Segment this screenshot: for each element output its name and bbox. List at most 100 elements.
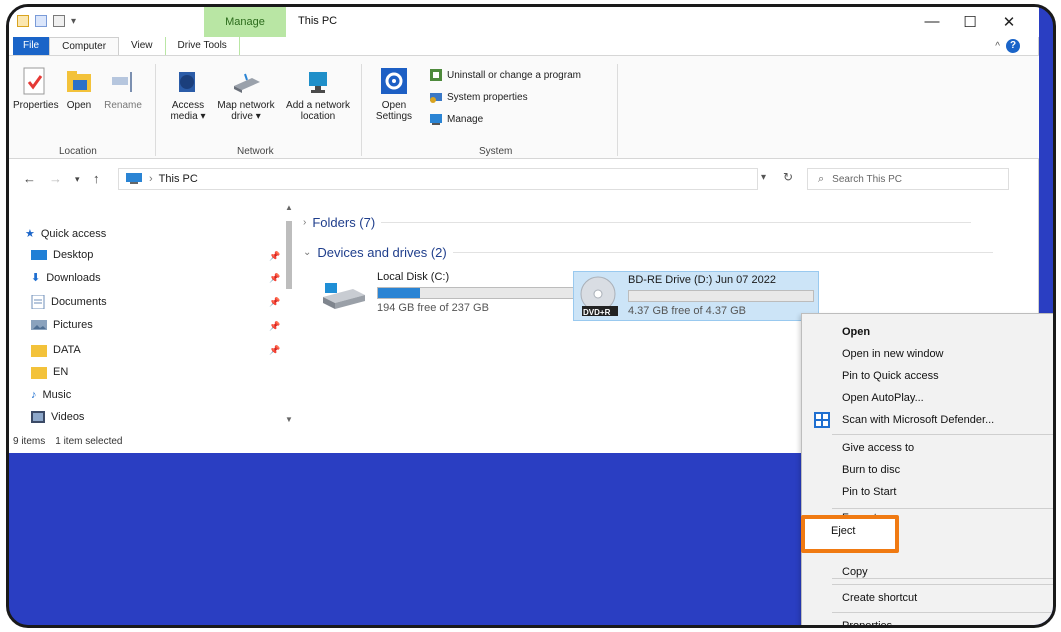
menu-item-open-autoplay[interactable]: Open AutoPlay... (842, 392, 924, 404)
refresh-icon[interactable]: ↻ (783, 170, 793, 184)
drive-bd-re-d[interactable]: DVD+R BD-RE Drive (D:) Jun 07 2022 4.37 … (573, 271, 819, 321)
access-media-button[interactable]: Access media ▾ (165, 66, 211, 122)
nav-videos-label: Videos (51, 411, 85, 423)
menu-item-open[interactable]: Open (842, 326, 870, 338)
search-box[interactable]: ⌕ Search This PC (807, 168, 1009, 190)
access-media-label-2: media ▾ (170, 111, 206, 122)
menu-separator (832, 578, 1053, 579)
map-network-drive-button[interactable]: Map network drive ▾ (215, 66, 277, 122)
drive-local-disk-c[interactable]: Local Disk (C:) 194 GB free of 237 GB (319, 271, 611, 319)
menu-item-eject[interactable]: Eject (831, 525, 855, 537)
ribbon-separator (361, 64, 362, 156)
back-button[interactable]: ← (23, 171, 36, 186)
help-icon[interactable]: ? (1006, 39, 1020, 53)
nav-item-desktop[interactable]: Desktop (31, 249, 93, 261)
forward-button[interactable]: → (49, 171, 62, 186)
manage-contextual-tab[interactable]: Manage (204, 7, 286, 37)
nav-item-downloads[interactable]: ⬇ Downloads (31, 271, 101, 285)
recent-locations-button[interactable]: ▾ (75, 174, 80, 185)
menu-item-open-new-window[interactable]: Open in new window (842, 348, 944, 360)
nav-music-label: Music (42, 389, 72, 401)
nav-item-en[interactable]: EN (31, 365, 68, 379)
nav-item-videos[interactable]: Videos (31, 411, 84, 423)
this-pc-icon (126, 173, 142, 184)
folder-icon (31, 345, 47, 357)
pin-icon[interactable]: 📌 (269, 321, 280, 332)
menu-item-properties[interactable]: Properties (842, 620, 892, 625)
drive-d-usage-bar (628, 290, 814, 302)
tab-view[interactable]: View (119, 37, 165, 55)
close-button[interactable]: ✕ (994, 13, 1024, 31)
menu-item-scan-defender[interactable]: Scan with Microsoft Defender... (842, 414, 994, 426)
settings-gear-icon (381, 68, 407, 94)
open-settings-label-2: Settings (375, 111, 413, 122)
section-divider (381, 222, 972, 223)
chevron-down-icon: ⌄ (303, 247, 312, 258)
address-path[interactable]: This PC (159, 173, 198, 185)
scroll-up-icon[interactable]: ▲ (285, 203, 293, 212)
system-properties-button[interactable]: System properties (429, 90, 528, 104)
menu-item-pin-to-start[interactable]: Pin to Start (842, 486, 896, 498)
ribbon-help: ^ ? (995, 39, 1020, 53)
scrollbar-thumb[interactable] (286, 221, 292, 289)
pictures-icon (31, 320, 47, 330)
new-folder-icon[interactable] (53, 15, 65, 27)
add-network-location-button[interactable]: Add a network location (281, 66, 355, 122)
scroll-down-icon[interactable]: ▼ (285, 415, 293, 424)
pin-icon[interactable]: 📌 (269, 273, 280, 284)
properties-icon (23, 67, 45, 95)
system-properties-label: System properties (447, 91, 528, 103)
manage-button[interactable]: Manage (429, 112, 483, 126)
navigation-pane: ★ Quick access Desktop 📌 ⬇ Downloads 📌 D… (9, 203, 299, 428)
search-placeholder: Search This PC (832, 173, 903, 185)
folder-icon[interactable] (17, 15, 29, 27)
pin-icon[interactable]: 📌 (269, 251, 280, 262)
minimize-button[interactable]: — (917, 13, 947, 30)
menu-item-copy[interactable]: Copy (842, 566, 868, 578)
menu-item-burn-to-disc[interactable]: Burn to disc (842, 464, 900, 476)
nav-scrollbar[interactable]: ▲ ▼ (283, 203, 295, 427)
up-button[interactable]: ↑ (93, 171, 100, 186)
nav-item-documents[interactable]: Documents (31, 295, 107, 309)
drive-d-info: BD-RE Drive (D:) Jun 07 2022 4.37 GB fre… (628, 274, 814, 317)
nav-quick-access[interactable]: ★ Quick access (25, 227, 107, 241)
rename-button[interactable]: Rename (101, 66, 145, 111)
collapse-ribbon-icon[interactable]: ^ (995, 41, 1000, 52)
star-icon: ★ (25, 228, 35, 240)
folders-section-header[interactable]: › Folders (7) (303, 215, 972, 230)
pin-icon[interactable]: 📌 (269, 345, 280, 356)
tab-computer[interactable]: Computer (49, 37, 120, 55)
nav-item-music[interactable]: ♪ Music (31, 389, 71, 401)
network-drive-icon (234, 73, 260, 93)
manage-label: Manage (447, 113, 484, 125)
tab-drive-tools[interactable]: Drive Tools (164, 37, 240, 55)
ribbon-separator (155, 64, 156, 156)
address-dropdown-icon[interactable]: ▾ (761, 172, 766, 183)
uninstall-program-button[interactable]: Uninstall or change a program (429, 68, 581, 82)
tab-file[interactable]: File (13, 37, 50, 55)
open-settings-button[interactable]: Open Settings (371, 66, 417, 122)
pin-icon[interactable]: 📌 (269, 297, 280, 308)
uninstall-program-label: Uninstall or change a program (447, 69, 581, 81)
nav-item-pictures[interactable]: Pictures (31, 319, 93, 331)
nav-item-data[interactable]: DATA (31, 343, 81, 357)
status-item-count: 9 items (13, 435, 46, 447)
properties-icon[interactable] (35, 15, 47, 27)
nav-quick-access-label: Quick access (40, 227, 107, 240)
address-bar[interactable]: › This PC (118, 168, 758, 190)
open-folder-icon (67, 71, 91, 92)
nav-documents-label: Documents (51, 296, 107, 308)
desktop-icon (31, 250, 47, 260)
open-button[interactable]: Open (59, 66, 99, 111)
rename-icon (112, 72, 132, 92)
customize-qat-icon[interactable]: ▾ (71, 16, 76, 27)
menu-item-give-access[interactable]: Give access to (842, 442, 914, 454)
nav-desktop-label: Desktop (53, 249, 94, 261)
folders-header-label: Folders (7) (312, 215, 376, 230)
properties-button[interactable]: Properties (13, 66, 59, 111)
ribbon: Properties Open Rename Location Access m… (9, 55, 1039, 159)
devices-section-header[interactable]: ⌄ Devices and drives (2) (303, 245, 993, 260)
maximize-button[interactable]: ☐ (955, 13, 985, 31)
menu-item-pin-quick-access[interactable]: Pin to Quick access (842, 370, 939, 382)
menu-item-create-shortcut[interactable]: Create shortcut (842, 592, 917, 604)
